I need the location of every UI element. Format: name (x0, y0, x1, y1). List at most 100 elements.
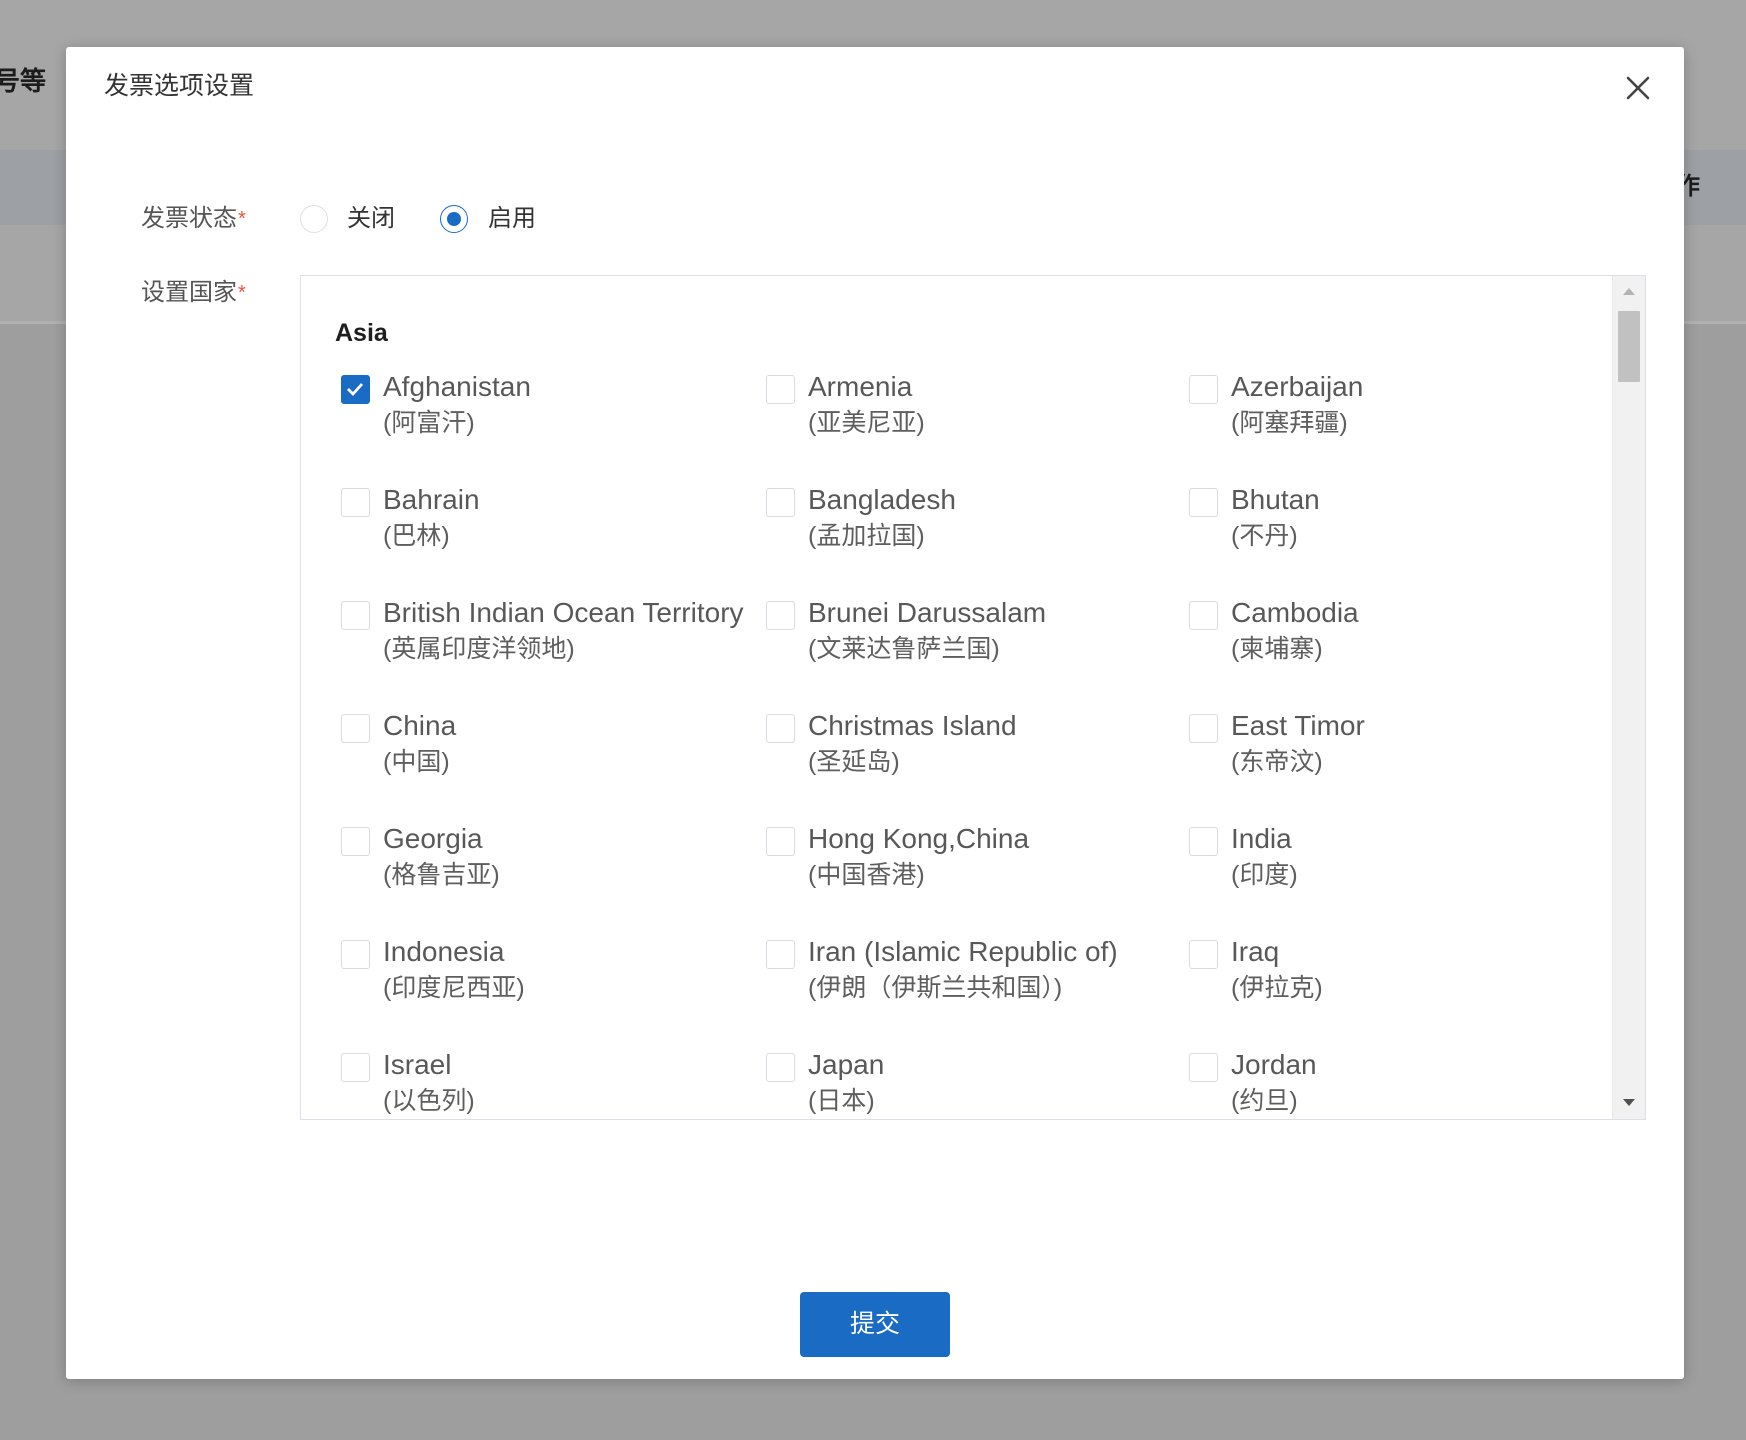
country-option-bahrain[interactable]: Bahrain (巴林) (341, 484, 766, 597)
country-name-cn: (东帝汶) (1231, 748, 1323, 776)
country-name-cn: (不丹) (1231, 522, 1298, 550)
country-option-israel[interactable]: Israel (以色列) (341, 1049, 766, 1119)
status-radio-on-label[interactable]: 启用 (488, 204, 536, 234)
country-name-cn: (英属印度洋领地) (383, 635, 575, 663)
country-name-cn: (印度) (1231, 861, 1298, 889)
country-checkbox[interactable] (341, 714, 370, 743)
country-name-cn: (文莱达鲁萨兰国) (808, 635, 1000, 663)
country-name: Bahrain (383, 484, 480, 515)
country-option-iran[interactable]: Iran (Islamic Republic of) (伊朗（伊斯兰共和国）) (766, 936, 1189, 1049)
status-radio-on[interactable] (440, 205, 468, 233)
background-text: 号等 (0, 66, 47, 96)
country-name: Japan (808, 1049, 885, 1080)
country-option-iraq[interactable]: Iraq (伊拉克) (1189, 936, 1589, 1049)
country-name: Jordan (1231, 1049, 1317, 1080)
country-name-cn: (巴林) (383, 522, 450, 550)
close-icon (1626, 76, 1650, 100)
country-grid: Afghanistan (阿富汗) Armenia (亚美尼亚) Azerbai… (341, 371, 1589, 1119)
country-checkbox[interactable] (766, 827, 795, 856)
country-name: Armenia (808, 371, 913, 402)
check-icon (347, 383, 364, 397)
country-name-cn: (以色列) (383, 1087, 475, 1115)
country-name: Iran (Islamic Republic of) (808, 936, 1118, 967)
country-name-cn: (印度尼西亚) (383, 974, 525, 1002)
country-checkbox[interactable] (1189, 940, 1218, 969)
country-checkbox[interactable] (766, 714, 795, 743)
country-checkbox[interactable] (1189, 1053, 1218, 1082)
country-checkbox[interactable] (1189, 488, 1218, 517)
country-name: Hong Kong,China (808, 823, 1030, 854)
triangle-down-icon[interactable] (1623, 1099, 1635, 1106)
country-name-cn: (阿塞拜疆) (1231, 409, 1348, 437)
country-option-indonesia[interactable]: Indonesia (印度尼西亚) (341, 936, 766, 1049)
country-option-cambodia[interactable]: Cambodia (柬埔寨) (1189, 597, 1589, 710)
country-checkbox[interactable] (341, 1053, 370, 1082)
submit-button[interactable]: 提交 (800, 1292, 950, 1357)
country-checkbox[interactable] (341, 488, 370, 517)
close-button[interactable] (1623, 73, 1653, 103)
country-option-hong-kong-china[interactable]: Hong Kong,China (中国香港) (766, 823, 1189, 936)
country-name: Brunei Darussalam (808, 597, 1047, 628)
country-name: Indonesia (383, 936, 505, 967)
country-checkbox[interactable] (341, 940, 370, 969)
country-option-india[interactable]: India (印度) (1189, 823, 1589, 936)
country-name: East Timor (1231, 710, 1365, 741)
country-option-bangladesh[interactable]: Bangladesh (孟加拉国) (766, 484, 1189, 597)
country-list: Asia Afghanistan (阿富汗) Armenia (亚美尼亚) Az… (300, 275, 1646, 1120)
country-option-georgia[interactable]: Georgia (格鲁吉亚) (341, 823, 766, 936)
country-checkbox[interactable] (766, 1053, 795, 1082)
country-checkbox[interactable] (1189, 601, 1218, 630)
country-name-cn: (孟加拉国) (808, 522, 925, 550)
countries-label: 设置国家* (141, 278, 246, 308)
country-name: Iraq (1231, 936, 1280, 967)
scrollbar-thumb[interactable] (1618, 311, 1640, 382)
country-option-china[interactable]: China (中国) (341, 710, 766, 823)
country-checkbox[interactable] (1189, 714, 1218, 743)
country-name-cn: (阿富汗) (383, 409, 475, 437)
invoice-settings-dialog: 发票选项设置 发票状态* 关闭 启用 设置国家* Asia Afghanista… (66, 47, 1684, 1379)
country-checkbox[interactable] (766, 488, 795, 517)
country-option-brunei-darussalam[interactable]: Brunei Darussalam (文莱达鲁萨兰国) (766, 597, 1189, 710)
country-name-cn: (柬埔寨) (1231, 635, 1323, 663)
country-option-british-indian-ocean-territory[interactable]: British Indian Ocean Territory (英属印度洋领地) (341, 597, 766, 710)
required-mark: * (238, 208, 246, 230)
country-checkbox[interactable] (341, 827, 370, 856)
country-name: Afghanistan (383, 371, 531, 402)
country-name: India (1231, 823, 1292, 854)
country-option-jordan[interactable]: Jordan (约旦) (1189, 1049, 1589, 1119)
country-checkbox[interactable] (766, 601, 795, 630)
country-checkbox[interactable] (766, 375, 795, 404)
country-checkbox[interactable] (1189, 827, 1218, 856)
country-name-cn: (中国) (383, 748, 450, 776)
country-name: Cambodia (1231, 597, 1359, 628)
required-mark: * (238, 282, 246, 304)
country-list-scrollbar[interactable] (1612, 276, 1645, 1119)
country-option-christmas-island[interactable]: Christmas Island (圣延岛) (766, 710, 1189, 823)
country-option-japan[interactable]: Japan (日本) (766, 1049, 1189, 1119)
region-title: Asia (335, 319, 388, 347)
country-option-azerbaijan[interactable]: Azerbaijan (阿塞拜疆) (1189, 371, 1589, 484)
status-radio-off[interactable] (300, 205, 328, 233)
dialog-title: 发票选项设置 (104, 72, 255, 100)
country-option-bhutan[interactable]: Bhutan (不丹) (1189, 484, 1589, 597)
country-option-armenia[interactable]: Armenia (亚美尼亚) (766, 371, 1189, 484)
triangle-up-icon[interactable] (1623, 288, 1635, 295)
country-name-cn: (日本) (808, 1087, 875, 1115)
country-option-afghanistan[interactable]: Afghanistan (阿富汗) (341, 371, 766, 484)
country-name: Azerbaijan (1231, 371, 1364, 402)
country-name: British Indian Ocean Territory (383, 597, 744, 628)
country-checkbox[interactable] (766, 940, 795, 969)
country-name-cn: (圣延岛) (808, 748, 900, 776)
country-checkbox[interactable] (341, 601, 370, 630)
country-checkbox[interactable] (1189, 375, 1218, 404)
country-name: Bangladesh (808, 484, 956, 515)
radio-dot (447, 212, 461, 226)
country-name: Georgia (383, 823, 483, 854)
country-checkbox[interactable] (341, 375, 370, 404)
country-option-east-timor[interactable]: East Timor (东帝汶) (1189, 710, 1589, 823)
country-name-cn: (伊拉克) (1231, 974, 1323, 1002)
status-radio-off-label[interactable]: 关闭 (347, 204, 395, 234)
invoice-status-label: 发票状态* (141, 204, 246, 234)
country-name-cn: (格鲁吉亚) (383, 861, 500, 889)
country-name-cn: (伊朗（伊斯兰共和国）) (808, 974, 1063, 1002)
